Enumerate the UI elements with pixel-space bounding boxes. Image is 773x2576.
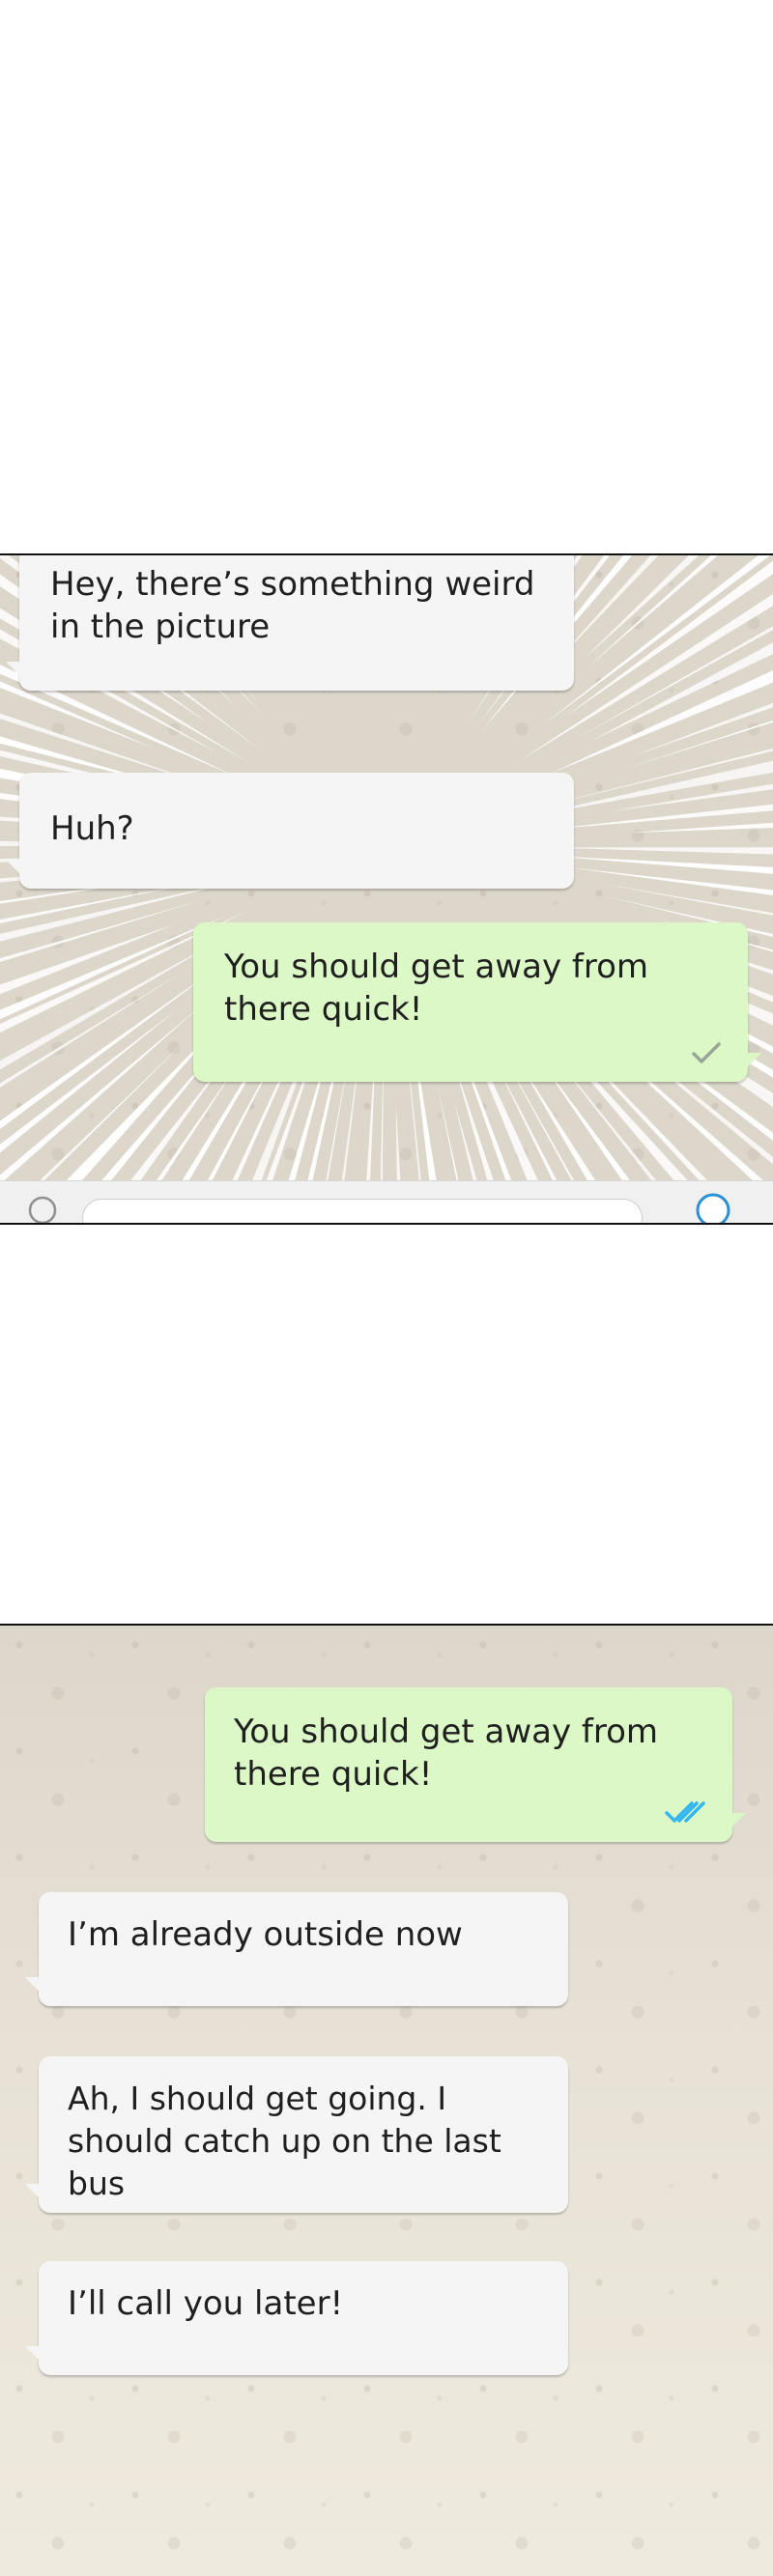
message-bubble-incoming[interactable]: Ah, I should get going. I should catch u… [25, 2056, 568, 2213]
message-text: You should get away from there quick! [234, 1713, 659, 1794]
message-bubble-incoming[interactable]: Huh? [6, 773, 574, 889]
message-bubble-outgoing[interactable]: You should get away from there quick! [193, 922, 761, 1082]
message-bubble-incoming[interactable]: I’ll call you later! [25, 2261, 568, 2375]
message-text: Ah, I should get going. I should catch u… [68, 2080, 501, 2202]
message-text: Huh? [50, 809, 134, 848]
message-text: You should get away from there quick! [224, 948, 649, 1029]
speed-line [542, 555, 771, 725]
mic-icon[interactable] [696, 1193, 730, 1225]
message-text: Hey, there’s something weird in the pict… [50, 565, 535, 646]
single-check-icon [692, 1042, 721, 1063]
message-bubble-incoming[interactable]: Hey, there’s something weird in the pict… [6, 555, 574, 691]
chat-panel-top: Hey, there’s something weird in the pict… [0, 553, 773, 1225]
message-text: I’ll call you later! [68, 2284, 344, 2323]
double-check-icon [665, 1801, 705, 1823]
speed-line [611, 783, 773, 811]
message-bubble-incoming[interactable]: I’m already outside now [25, 1892, 568, 2006]
chat-panel-bottom: You should get away from there quick! I’… [0, 1624, 773, 2576]
speed-line [543, 804, 773, 831]
message-text: I’m already outside now [68, 1915, 463, 1954]
emoji-icon[interactable] [27, 1195, 58, 1225]
message-input[interactable] [82, 1199, 643, 1223]
message-input-bar [0, 1180, 773, 1225]
speed-line [541, 855, 773, 874]
message-bubble-outgoing[interactable]: You should get away from there quick! [205, 1687, 746, 1842]
